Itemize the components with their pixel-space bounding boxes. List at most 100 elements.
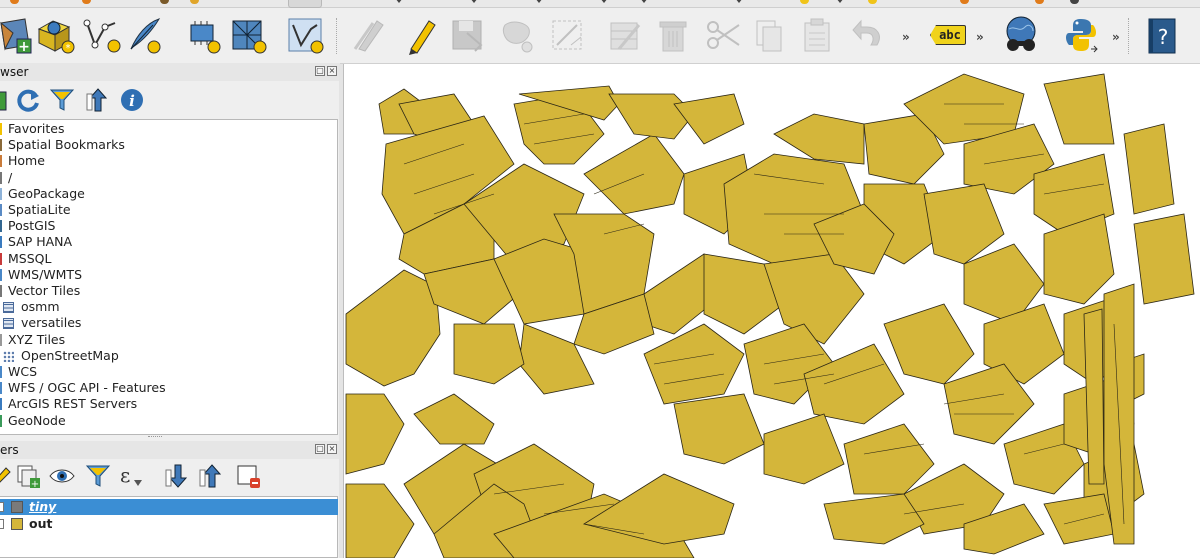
manage-map-themes-eye-icon[interactable] bbox=[48, 462, 76, 490]
browser-item[interactable]: / bbox=[0, 170, 330, 186]
layer-name: tiny bbox=[29, 499, 57, 514]
browser-item[interactable]: GeoPackage bbox=[0, 186, 330, 202]
current-edits-icon[interactable] bbox=[348, 14, 390, 56]
browser-item[interactable]: Spatial Bookmarks bbox=[0, 137, 330, 153]
layer-symbol-swatch bbox=[11, 518, 23, 530]
float-panel-icon[interactable]: ▢ bbox=[315, 444, 325, 454]
close-panel-icon[interactable]: × bbox=[327, 66, 337, 76]
python-console-icon[interactable] bbox=[1060, 14, 1102, 56]
browser-item[interactable]: SAP HANA bbox=[0, 234, 330, 250]
panel-splitter-handle[interactable] bbox=[148, 436, 162, 440]
layers-list: tiny out bbox=[0, 496, 338, 558]
browser-item[interactable]: OpenStreetMap bbox=[0, 348, 330, 364]
float-panel-icon[interactable]: ▢ bbox=[315, 66, 325, 76]
dropdown-arrow-icon[interactable] bbox=[535, 0, 543, 3]
add-group-icon[interactable]: + bbox=[14, 462, 42, 490]
layer-row-out[interactable]: out bbox=[0, 516, 338, 532]
collapse-all-layers-icon[interactable] bbox=[198, 462, 226, 490]
building-block bbox=[345, 393, 405, 475]
browser-item[interactable]: Home bbox=[0, 153, 330, 169]
open-layer-styling-icon[interactable] bbox=[0, 462, 14, 490]
browser-item[interactable]: SpatiaLite bbox=[0, 202, 330, 218]
georeferencer-globe-binoculars-icon[interactable] bbox=[1000, 14, 1042, 56]
browser-tree: Favorites Spatial Bookmarks Home / GeoPackag… bbox=[0, 119, 338, 435]
digitize-feather-icon[interactable] bbox=[122, 14, 164, 56]
browser-item[interactable]: XYZ Tiles bbox=[0, 332, 330, 348]
delete-selected-icon[interactable] bbox=[652, 14, 694, 56]
menu-icon-fragment bbox=[10, 0, 19, 4]
dropdown-arrow-icon[interactable] bbox=[836, 0, 844, 3]
paste-features-icon[interactable] bbox=[796, 14, 838, 56]
qgis-window: + * » abc » » ? wser ▢ × i Favorites Spa… bbox=[0, 0, 1200, 558]
properties-info-icon[interactable]: i bbox=[118, 86, 146, 114]
new-geopackage-layer-icon[interactable]: * bbox=[34, 14, 76, 56]
browser-item[interactable]: GeoNode bbox=[0, 413, 330, 429]
browser-item[interactable]: WFS / OGC API - Features bbox=[0, 380, 330, 396]
dropdown-arrow-icon[interactable] bbox=[395, 0, 403, 3]
menu-icon-fragment bbox=[1035, 0, 1044, 4]
remove-layer-icon[interactable] bbox=[234, 462, 262, 490]
layer-row-tiny[interactable]: tiny bbox=[0, 499, 338, 515]
undo-icon[interactable] bbox=[848, 14, 890, 56]
toolbar-overflow-chevron[interactable]: » bbox=[902, 30, 910, 44]
filter-by-expression-icon[interactable]: ε bbox=[116, 462, 144, 490]
dropdown-arrow-icon[interactable] bbox=[470, 0, 478, 3]
browser-item[interactable]: WCS bbox=[0, 364, 330, 380]
dropdown-arrow-icon[interactable] bbox=[735, 0, 743, 3]
expand-all-icon[interactable] bbox=[164, 462, 192, 490]
new-virtual-layer-icon[interactable] bbox=[182, 14, 224, 56]
new-mesh-layer-icon[interactable] bbox=[226, 14, 268, 56]
cut-features-icon[interactable] bbox=[702, 14, 744, 56]
add-layer-icon[interactable]: + bbox=[0, 14, 36, 56]
modify-attributes-icon[interactable] bbox=[604, 14, 646, 56]
label-toolbar-abc-icon[interactable]: abc bbox=[930, 25, 966, 45]
browser-item[interactable]: MSSQL bbox=[0, 251, 330, 267]
new-temporary-layer-icon[interactable] bbox=[80, 14, 122, 56]
browser-item[interactable]: PostGIS bbox=[0, 218, 330, 234]
refresh-icon[interactable] bbox=[14, 86, 42, 114]
layer-symbol-swatch bbox=[11, 501, 23, 513]
close-panel-icon[interactable]: × bbox=[327, 444, 337, 454]
toolbar-overflow-chevron[interactable]: » bbox=[976, 30, 984, 44]
copy-features-icon[interactable] bbox=[748, 14, 790, 56]
browser-item[interactable]: Favorites bbox=[0, 121, 330, 137]
pressed-tool-button[interactable] bbox=[288, 0, 322, 8]
browser-item-label: Favorites bbox=[8, 121, 65, 136]
add-selected-layers-icon[interactable] bbox=[0, 86, 12, 114]
browser-item-label: Home bbox=[8, 153, 45, 169]
new-annotation-layer-icon[interactable] bbox=[284, 14, 326, 56]
browser-item[interactable]: versatiles bbox=[0, 315, 330, 331]
map-canvas[interactable] bbox=[343, 64, 1200, 558]
browser-item[interactable]: Vector Tiles bbox=[0, 283, 330, 299]
building-block bbox=[1043, 493, 1115, 545]
layer-visibility-checkbox[interactable] bbox=[0, 502, 4, 512]
layers-panel-title: ers ▢ × bbox=[0, 441, 340, 459]
building-block bbox=[1133, 213, 1195, 305]
main-toolbar: + * » abc » » ? bbox=[0, 8, 1200, 64]
mssql-icon bbox=[0, 252, 2, 265]
vector-tiles-icon bbox=[0, 285, 2, 297]
filter-browser-icon[interactable] bbox=[48, 86, 76, 114]
toggle-editing-pencil-icon[interactable] bbox=[400, 14, 442, 56]
dropdown-arrow-icon[interactable] bbox=[640, 0, 648, 3]
add-polygon-feature-icon[interactable] bbox=[496, 14, 538, 56]
dropdown-arrow-icon[interactable] bbox=[600, 0, 608, 3]
browser-item[interactable]: WMS/WMTS bbox=[0, 267, 330, 283]
filter-legend-icon[interactable] bbox=[84, 462, 112, 490]
wfs-icon bbox=[0, 382, 2, 395]
menu-bar-strip bbox=[0, 0, 1200, 8]
save-edits-icon[interactable] bbox=[446, 14, 488, 56]
menu-icon-fragment bbox=[800, 0, 809, 4]
layer-visibility-checkbox[interactable] bbox=[0, 519, 4, 529]
help-contents-icon[interactable]: ? bbox=[1140, 14, 1182, 56]
collapse-all-icon[interactable] bbox=[84, 86, 112, 114]
toolbar-separator bbox=[1128, 18, 1131, 54]
menu-icon-fragment bbox=[1070, 0, 1079, 4]
menu-icon-fragment bbox=[160, 0, 169, 4]
browser-item[interactable]: ArcGIS REST Servers bbox=[0, 396, 330, 412]
toolbar-overflow-chevron[interactable]: » bbox=[1112, 30, 1120, 44]
vertex-tool-icon[interactable] bbox=[546, 14, 588, 56]
browser-item-label: Spatial Bookmarks bbox=[8, 137, 125, 153]
browser-item[interactable]: osmm bbox=[0, 299, 330, 315]
layer-name: out bbox=[29, 516, 53, 531]
